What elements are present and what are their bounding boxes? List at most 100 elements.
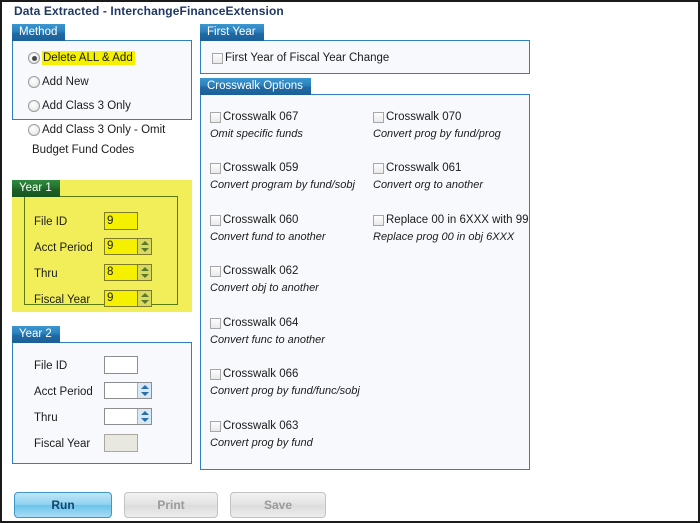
radio-mark-add-new[interactable] <box>28 76 40 88</box>
method-panel: Method Delete ALL & Add Add New Add Clas… <box>12 24 192 120</box>
radio-add-new[interactable]: Add New <box>28 75 89 89</box>
year1-thru-spin-buttons[interactable] <box>137 265 151 280</box>
year1-acct-period-spin-buttons[interactable] <box>137 239 151 254</box>
radio-label-add-class-3-only: Add Class 3 Only <box>42 99 131 113</box>
checkbox-crosswalk-060[interactable]: Crosswalk 060 <box>210 213 298 227</box>
checkbox-mark-crosswalk-061[interactable] <box>373 163 384 174</box>
year1-fiscal-year-value[interactable]: 9 <box>105 291 137 306</box>
year2-thru-stepper[interactable] <box>104 408 152 425</box>
year1-thru-spin-up[interactable] <box>138 265 151 273</box>
checkbox-mark-crosswalk-067[interactable] <box>210 112 221 123</box>
checkbox-crosswalk-070[interactable]: Crosswalk 070 <box>373 110 461 124</box>
checkbox-mark-crosswalk-070[interactable] <box>373 112 384 123</box>
checkbox-mark-crosswalk-060[interactable] <box>210 215 221 226</box>
checkbox-label-replace-00-in-6xxx: Replace 00 in 6XXX with 99 <box>386 213 529 227</box>
checkbox-label-first-year: First Year of Fiscal Year Change <box>225 51 389 65</box>
year2-thru-spin-buttons[interactable] <box>137 409 151 424</box>
checkbox-crosswalk-063[interactable]: Crosswalk 063 <box>210 419 298 433</box>
run-button[interactable]: Run <box>14 492 112 518</box>
arrow-up-icon <box>141 411 149 415</box>
year1-acct-period-value[interactable]: 9 <box>105 239 137 254</box>
desc-crosswalk-070: Convert prog by fund/prog <box>373 128 501 140</box>
year1-fiscal-year-spin-down[interactable] <box>138 299 151 307</box>
checkbox-mark-crosswalk-064[interactable] <box>210 318 221 329</box>
year1-fiscal-year-label: Fiscal Year <box>34 294 90 306</box>
checkbox-label-crosswalk-060: Crosswalk 060 <box>223 213 298 227</box>
checkbox-crosswalk-064[interactable]: Crosswalk 064 <box>210 316 298 330</box>
arrow-down-icon <box>141 392 149 396</box>
year2-fiscal-year-input <box>104 434 138 452</box>
year2-acct-period-label: Acct Period <box>34 386 93 398</box>
arrow-up-icon <box>141 293 149 297</box>
checkbox-label-crosswalk-070: Crosswalk 070 <box>386 110 461 124</box>
checkbox-mark-crosswalk-059[interactable] <box>210 163 221 174</box>
year2-thru-label: Thru <box>34 412 58 424</box>
desc-crosswalk-061: Convert org to another <box>373 179 483 191</box>
radio-delete-all-and-add[interactable]: Delete ALL & Add <box>28 51 135 65</box>
year1-acct-period-label: Acct Period <box>34 242 93 254</box>
year1-file-id-input[interactable]: 9 <box>104 212 138 230</box>
year1-file-id-label: File ID <box>34 216 67 228</box>
checkbox-mark-crosswalk-066[interactable] <box>210 369 221 380</box>
year1-thru-label: Thru <box>34 268 58 280</box>
year1-acct-period-spin-down[interactable] <box>138 247 151 255</box>
checkbox-label-crosswalk-061: Crosswalk 061 <box>386 161 461 175</box>
year2-acct-period-spin-down[interactable] <box>138 391 151 399</box>
year1-acct-period-stepper[interactable]: 9 <box>104 238 152 255</box>
checkbox-crosswalk-067[interactable]: Crosswalk 067 <box>210 110 298 124</box>
checkbox-mark-first-year[interactable] <box>212 53 223 64</box>
year1-fiscal-year-stepper[interactable]: 9 <box>104 290 152 307</box>
save-button: Save <box>230 492 326 518</box>
year2-acct-period-spin-up[interactable] <box>138 383 151 391</box>
checkbox-label-crosswalk-062: Crosswalk 062 <box>223 264 298 278</box>
year2-acct-period-value[interactable] <box>105 383 137 398</box>
radio-add-class-3-only[interactable]: Add Class 3 Only <box>28 99 131 113</box>
year2-fiscal-year-label: Fiscal Year <box>34 438 90 450</box>
arrow-up-icon <box>141 385 149 389</box>
checkbox-label-crosswalk-064: Crosswalk 064 <box>223 316 298 330</box>
application-window: Data Extracted - InterchangeFinanceExten… <box>0 0 700 523</box>
checkbox-crosswalk-059[interactable]: Crosswalk 059 <box>210 161 298 175</box>
year1-acct-period-spin-up[interactable] <box>138 239 151 247</box>
radio-label-delete-all-and-add: Delete ALL & Add <box>42 51 135 65</box>
checkbox-mark-crosswalk-063[interactable] <box>210 421 221 432</box>
arrow-down-icon <box>141 274 149 278</box>
radio-mark-add-class-3-only-omit[interactable] <box>28 124 40 136</box>
year2-file-id-input[interactable] <box>104 356 138 374</box>
year1-thru-value[interactable]: 8 <box>105 265 137 280</box>
year2-acct-period-spin-buttons[interactable] <box>137 383 151 398</box>
radio-label-budget-fund-codes-line2: Budget Fund Codes <box>32 143 134 157</box>
checkbox-label-crosswalk-063: Crosswalk 063 <box>223 419 298 433</box>
checkbox-crosswalk-066[interactable]: Crosswalk 066 <box>210 367 298 381</box>
radio-mark-delete-all-and-add[interactable] <box>28 52 40 64</box>
radio-label-add-class-3-only-omit: Add Class 3 Only - Omit <box>42 123 165 137</box>
year1-fiscal-year-spin-buttons[interactable] <box>137 291 151 306</box>
checkbox-crosswalk-061[interactable]: Crosswalk 061 <box>373 161 461 175</box>
year1-thru-spin-down[interactable] <box>138 273 151 281</box>
first-year-panel-title: First Year <box>200 24 264 41</box>
checkbox-label-crosswalk-067: Crosswalk 067 <box>223 110 298 124</box>
checkbox-crosswalk-062[interactable]: Crosswalk 062 <box>210 264 298 278</box>
checkbox-replace-00-in-6xxx-with-99[interactable]: Replace 00 in 6XXX with 99 <box>373 213 529 227</box>
radio-label-add-new: Add New <box>42 75 89 89</box>
year2-thru-spin-down[interactable] <box>138 417 151 425</box>
year2-panel-title: Year 2 <box>12 326 60 343</box>
radio-mark-add-class-3-only[interactable] <box>28 100 40 112</box>
year1-fiscal-year-spin-up[interactable] <box>138 291 151 299</box>
checkbox-mark-crosswalk-062[interactable] <box>210 266 221 277</box>
year2-thru-value[interactable] <box>105 409 137 424</box>
method-panel-title: Method <box>12 24 65 41</box>
radio-add-class-3-only-omit-budget-fund-codes[interactable]: Add Class 3 Only - Omit <box>28 123 165 137</box>
year1-panel-title: Year 1 <box>12 180 60 197</box>
desc-crosswalk-060: Convert fund to another <box>210 231 326 243</box>
checkbox-label-crosswalk-059: Crosswalk 059 <box>223 161 298 175</box>
checkbox-first-year-of-fiscal-year-change[interactable]: First Year of Fiscal Year Change <box>212 51 389 65</box>
year2-acct-period-stepper[interactable] <box>104 382 152 399</box>
radio-label-budget-fund-codes-line2-wrap: Budget Fund Codes <box>32 143 134 157</box>
year1-thru-stepper[interactable]: 8 <box>104 264 152 281</box>
year2-panel: Year 2 File ID Acct Period Thru Fiscal Y… <box>12 326 192 464</box>
desc-crosswalk-064: Convert func to another <box>210 334 325 346</box>
checkbox-mark-replace-00-in-6xxx[interactable] <box>373 215 384 226</box>
year2-thru-spin-up[interactable] <box>138 409 151 417</box>
arrow-up-icon <box>141 241 149 245</box>
